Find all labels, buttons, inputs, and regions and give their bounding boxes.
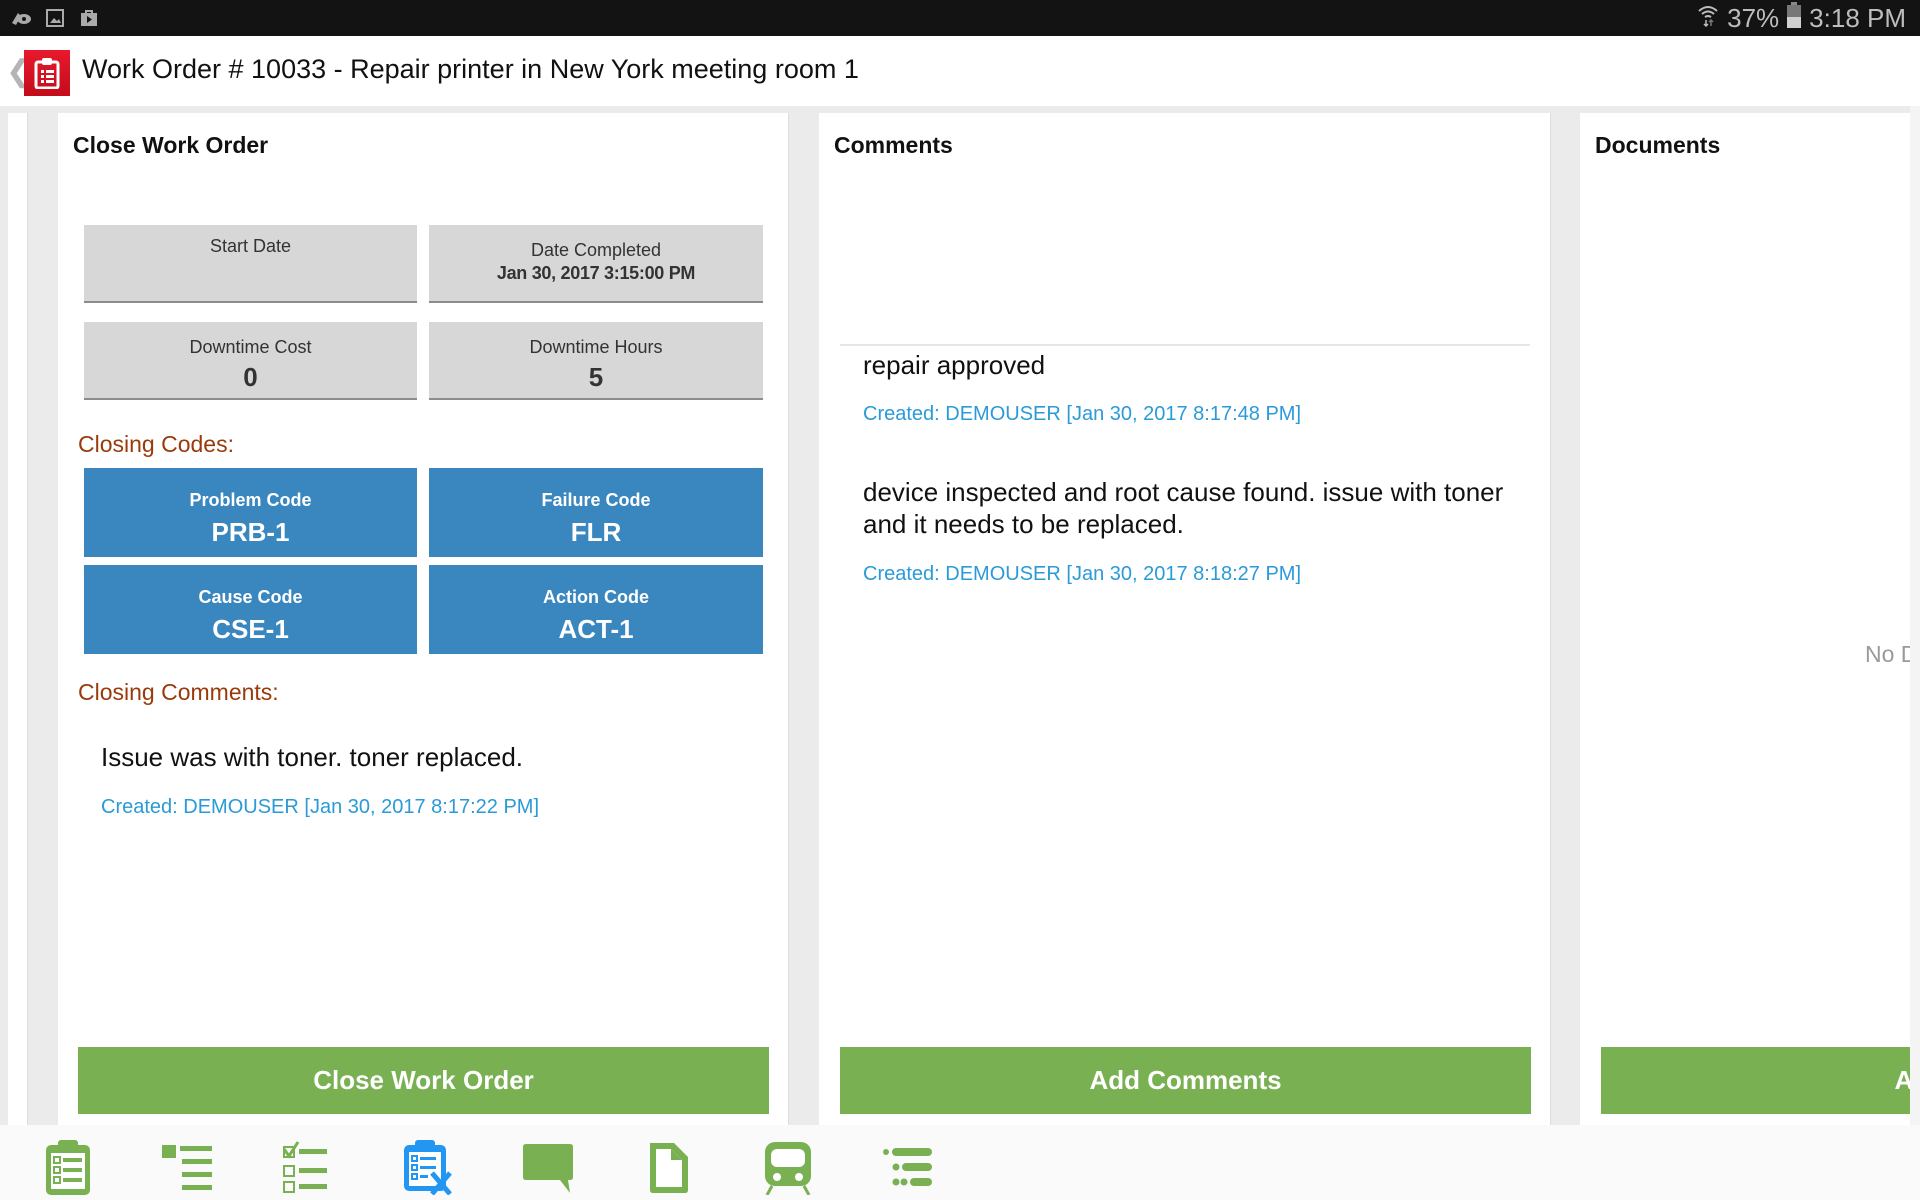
previous-panel-edge xyxy=(8,113,28,1127)
closing-comment-text: Issue was with toner. toner replaced. xyxy=(101,742,524,772)
list-icon[interactable] xyxy=(160,1139,216,1195)
close-work-order-button[interactable]: Close Work Order xyxy=(78,1047,769,1114)
panel-title: Comments xyxy=(834,132,953,158)
code-label: Problem Code xyxy=(189,490,312,510)
closing-comment-meta: Created: DEMOUSER [Jan 30, 2017 8:17:22 … xyxy=(101,796,539,818)
comment-divider xyxy=(840,344,1530,346)
wifi-icon xyxy=(1697,3,1719,34)
checklist-icon[interactable] xyxy=(280,1139,336,1195)
train-icon[interactable] xyxy=(760,1139,816,1196)
field-value: 5 xyxy=(588,362,604,392)
comment-meta: Created: DEMOUSER [Jan 30, 2017 8:17:48 … xyxy=(863,403,1301,425)
status-bar: 37% 3:18 PM xyxy=(0,0,1920,36)
start-date-field[interactable]: Start Date xyxy=(84,225,417,303)
code-label: Cause Code xyxy=(198,587,303,607)
image-icon xyxy=(44,7,66,29)
code-value: PRB-1 xyxy=(211,517,290,547)
clipboard-close-icon[interactable] xyxy=(400,1139,456,1196)
code-value: CSE-1 xyxy=(212,614,289,644)
clipboard-icon[interactable] xyxy=(24,50,70,96)
action-code-button[interactable]: Action Code ACT-1 xyxy=(429,565,763,654)
clipboard-checklist-icon[interactable] xyxy=(40,1139,96,1195)
date-completed-field[interactable]: Date Completed Jan 30, 2017 3:15:00 PM xyxy=(429,225,763,303)
closing-codes-label: Closing Codes: xyxy=(78,431,234,457)
field-value: 0 xyxy=(243,362,258,392)
code-label: Failure Code xyxy=(541,490,651,510)
documents-panel: Documents No D Add xyxy=(1580,113,1920,1127)
downtime-cost-field[interactable]: Downtime Cost 0 xyxy=(84,322,417,400)
field-label: Date Completed xyxy=(530,240,662,260)
page-title: Work Order # 10033 - Repair printer in N… xyxy=(82,54,859,84)
panel-title: Documents xyxy=(1595,132,1721,158)
app-header: ❮ Work Order # 10033 - Repair printer in… xyxy=(0,36,1920,106)
status-right: 37% 3:18 PM xyxy=(1697,0,1906,36)
close-work-order-panel: Close Work Order Start Date Date Complet… xyxy=(58,113,789,1127)
store-bag-icon xyxy=(78,7,100,29)
closing-comments-label: Closing Comments: xyxy=(78,679,279,705)
field-label: Start Date xyxy=(209,236,292,256)
status-left-icons xyxy=(10,6,100,30)
cause-code-button[interactable]: Cause Code CSE-1 xyxy=(84,565,417,654)
field-value: Jan 30, 2017 3:15:00 PM xyxy=(496,263,696,283)
comment-meta: Created: DEMOUSER [Jan 30, 2017 8:18:27 … xyxy=(863,563,1301,585)
code-value: FLR xyxy=(570,517,622,547)
code-label: Action Code xyxy=(543,587,649,607)
game-tools-icon xyxy=(10,7,32,29)
comments-panel: Comments repair approved Created: DEMOUS… xyxy=(819,113,1551,1127)
add-comments-button[interactable]: Add Comments xyxy=(840,1047,1531,1114)
clock: 3:18 PM xyxy=(1809,2,1906,33)
panel-title: Close Work Order xyxy=(73,132,269,158)
downtime-hours-field[interactable]: Downtime Hours 5 xyxy=(429,322,763,400)
battery-icon xyxy=(1787,1,1802,35)
document-icon[interactable] xyxy=(640,1139,696,1195)
tree-list-icon[interactable] xyxy=(880,1139,936,1195)
bottom-nav xyxy=(0,1125,1920,1200)
comment-icon[interactable] xyxy=(520,1139,576,1195)
panel-scroll-edge xyxy=(1910,106,1920,1126)
field-label: Downtime Cost xyxy=(189,337,312,357)
problem-code-button[interactable]: Problem Code PRB-1 xyxy=(84,468,417,557)
battery-percent: 37% xyxy=(1727,2,1780,33)
comment-text: repair approved xyxy=(863,350,1046,380)
comment-text: device inspected and root cause found. i… xyxy=(863,477,1504,539)
add-document-button[interactable]: Add xyxy=(1601,1047,1920,1114)
field-label: Downtime Hours xyxy=(529,337,663,357)
failure-code-button[interactable]: Failure Code FLR xyxy=(429,468,763,557)
code-value: ACT-1 xyxy=(558,614,634,644)
